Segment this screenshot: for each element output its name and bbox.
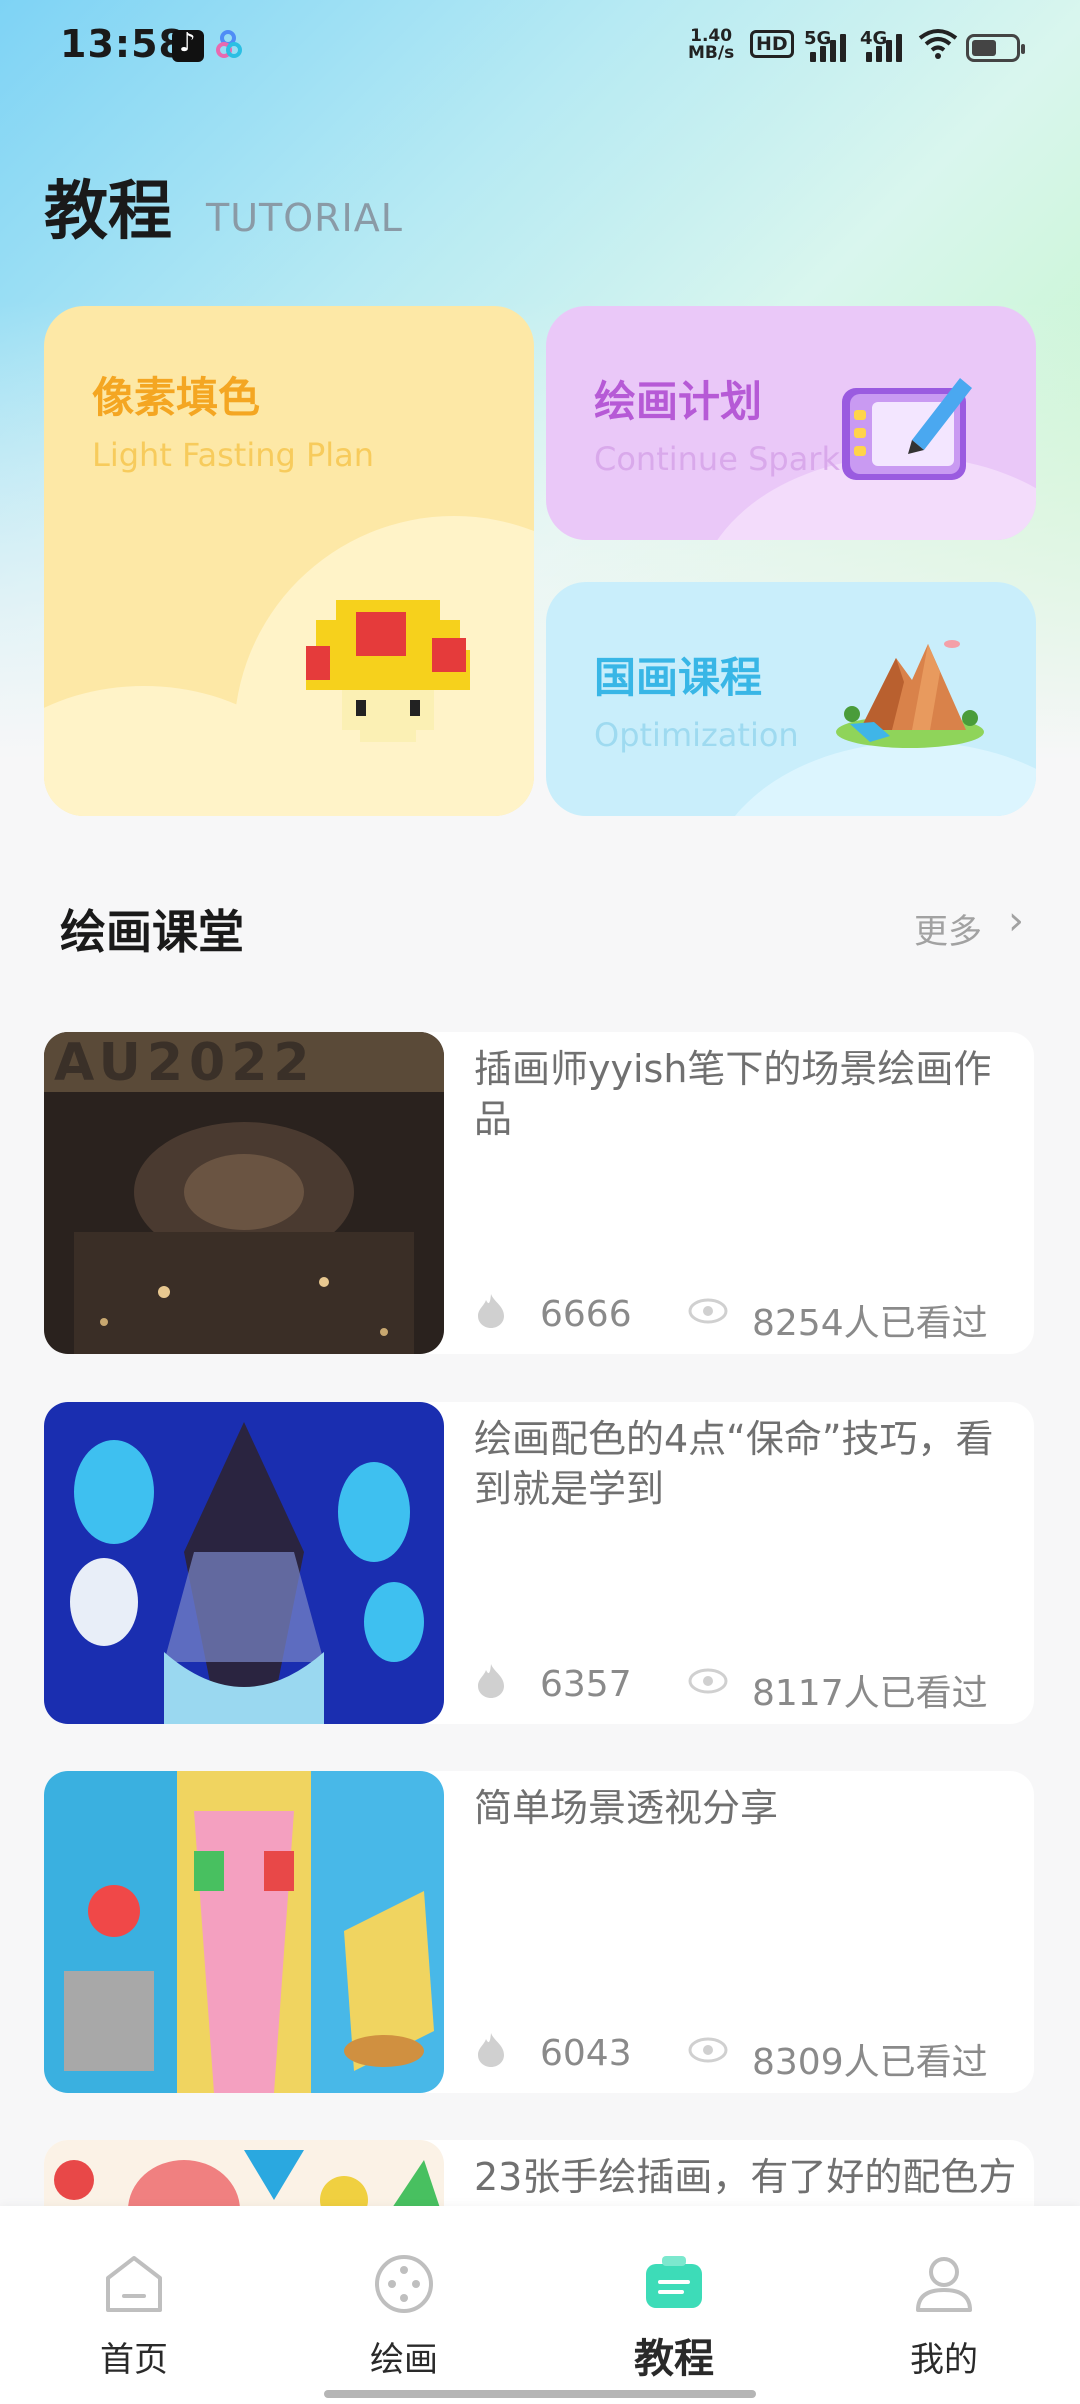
- chinese-painting-card[interactable]: 国画课程 Optimization: [546, 582, 1036, 816]
- tab-tutorial-label: 教程: [634, 2336, 714, 2382]
- svg-text:AU2022: AU2022: [54, 1033, 316, 1093]
- eye-icon: [688, 2037, 728, 2063]
- tutorial-book-icon: [646, 2256, 702, 2308]
- signal-icon-1: [810, 30, 854, 62]
- item-hot-count: 6666: [540, 1294, 632, 1335]
- item-hot-count: 6357: [540, 1664, 632, 1705]
- fire-icon: [478, 1294, 504, 1328]
- home-indicator[interactable]: [324, 2390, 756, 2398]
- battery-icon: [966, 34, 1025, 62]
- item-thumbnail: AU2022: [44, 1032, 444, 1354]
- bottom-tab-bar: 首页 绘画 教程 我的: [0, 2206, 1080, 2404]
- item-title: 简单场景透视分享: [474, 1786, 779, 1830]
- pixel-fill-title: 像素填色: [92, 373, 261, 422]
- drawing-plan-subtitle: Continue Spark: [594, 440, 840, 478]
- user-icon: [916, 2257, 972, 2312]
- drawing-plan-title: 绘画计划: [594, 377, 763, 426]
- eye-icon: [688, 1668, 728, 1694]
- chinese-painting-title: 国画课程: [594, 653, 763, 702]
- pixel-fill-card[interactable]: 像素填色 Light Fasting Plan: [44, 306, 534, 816]
- item-view-count: 8117人已看过: [752, 1673, 988, 1714]
- app-notification-icon: [216, 30, 248, 62]
- tab-mine[interactable]: 我的: [844, 2246, 1044, 2386]
- network-speed-unit: MB/s: [688, 43, 735, 63]
- drawing-plan-card[interactable]: 绘画计划 Continue Spark: [546, 306, 1036, 540]
- pixel-mushroom-icon: [306, 600, 470, 742]
- chinese-painting-subtitle: Optimization: [594, 716, 799, 754]
- home-icon: [106, 2256, 162, 2312]
- tab-tutorial[interactable]: 教程: [574, 2246, 774, 2386]
- hd-voice-icon: HD: [750, 30, 794, 58]
- status-time: 13:58: [60, 22, 186, 66]
- page-title: 教程: [44, 175, 172, 249]
- item-title: 插画师yyish笔下的场景绘画作品: [474, 1047, 992, 1141]
- signal-icon-2: [866, 30, 910, 62]
- pixel-fill-subtitle: Light Fasting Plan: [92, 436, 375, 474]
- tab-home-label: 首页: [100, 2340, 168, 2380]
- tiktok-notification-icon: [172, 28, 204, 62]
- fire-icon: [478, 1664, 504, 1698]
- eye-icon: [688, 1298, 728, 1324]
- status-bar: 13:58 1.40 MB/s HD 5G 4G: [0, 0, 1080, 96]
- palette-icon: [375, 2255, 433, 2313]
- page-subtitle: TUTORIAL: [206, 196, 403, 240]
- item-hot-count: 6043: [540, 2033, 632, 2074]
- more-link[interactable]: 更多: [914, 904, 982, 953]
- list-item[interactable]: 简单场景透视分享 6043 8309人已看过: [44, 1771, 1034, 2093]
- item-title: 绘画配色的4点“保命”技巧，看到就是学到: [474, 1417, 994, 1511]
- tab-draw[interactable]: 绘画: [304, 2246, 504, 2386]
- item-thumbnail: [44, 1771, 444, 2093]
- tab-draw-label: 绘画: [370, 2340, 438, 2380]
- list-item[interactable]: AU2022 插画师yyish笔下的场景绘画作品 6666 8254人已看过: [44, 1032, 1034, 1354]
- chevron-right-icon[interactable]: ›: [1008, 898, 1024, 944]
- fire-icon: [478, 2033, 504, 2067]
- drawing-tablet-icon: [842, 378, 972, 480]
- item-view-count: 8254人已看过: [752, 1303, 988, 1344]
- tab-mine-label: 我的: [910, 2340, 978, 2380]
- item-thumbnail: [44, 1402, 444, 1724]
- wifi-icon: [918, 28, 958, 69]
- section-title: 绘画课堂: [60, 905, 244, 959]
- item-view-count: 8309人已看过: [752, 2042, 988, 2083]
- tab-home[interactable]: 首页: [34, 2246, 234, 2386]
- list-item[interactable]: 绘画配色的4点“保命”技巧，看到就是学到 6357 8117人已看过: [44, 1402, 1034, 1724]
- network-speed: 1.40 MB/s: [688, 28, 734, 62]
- mountain-island-icon: [836, 640, 984, 748]
